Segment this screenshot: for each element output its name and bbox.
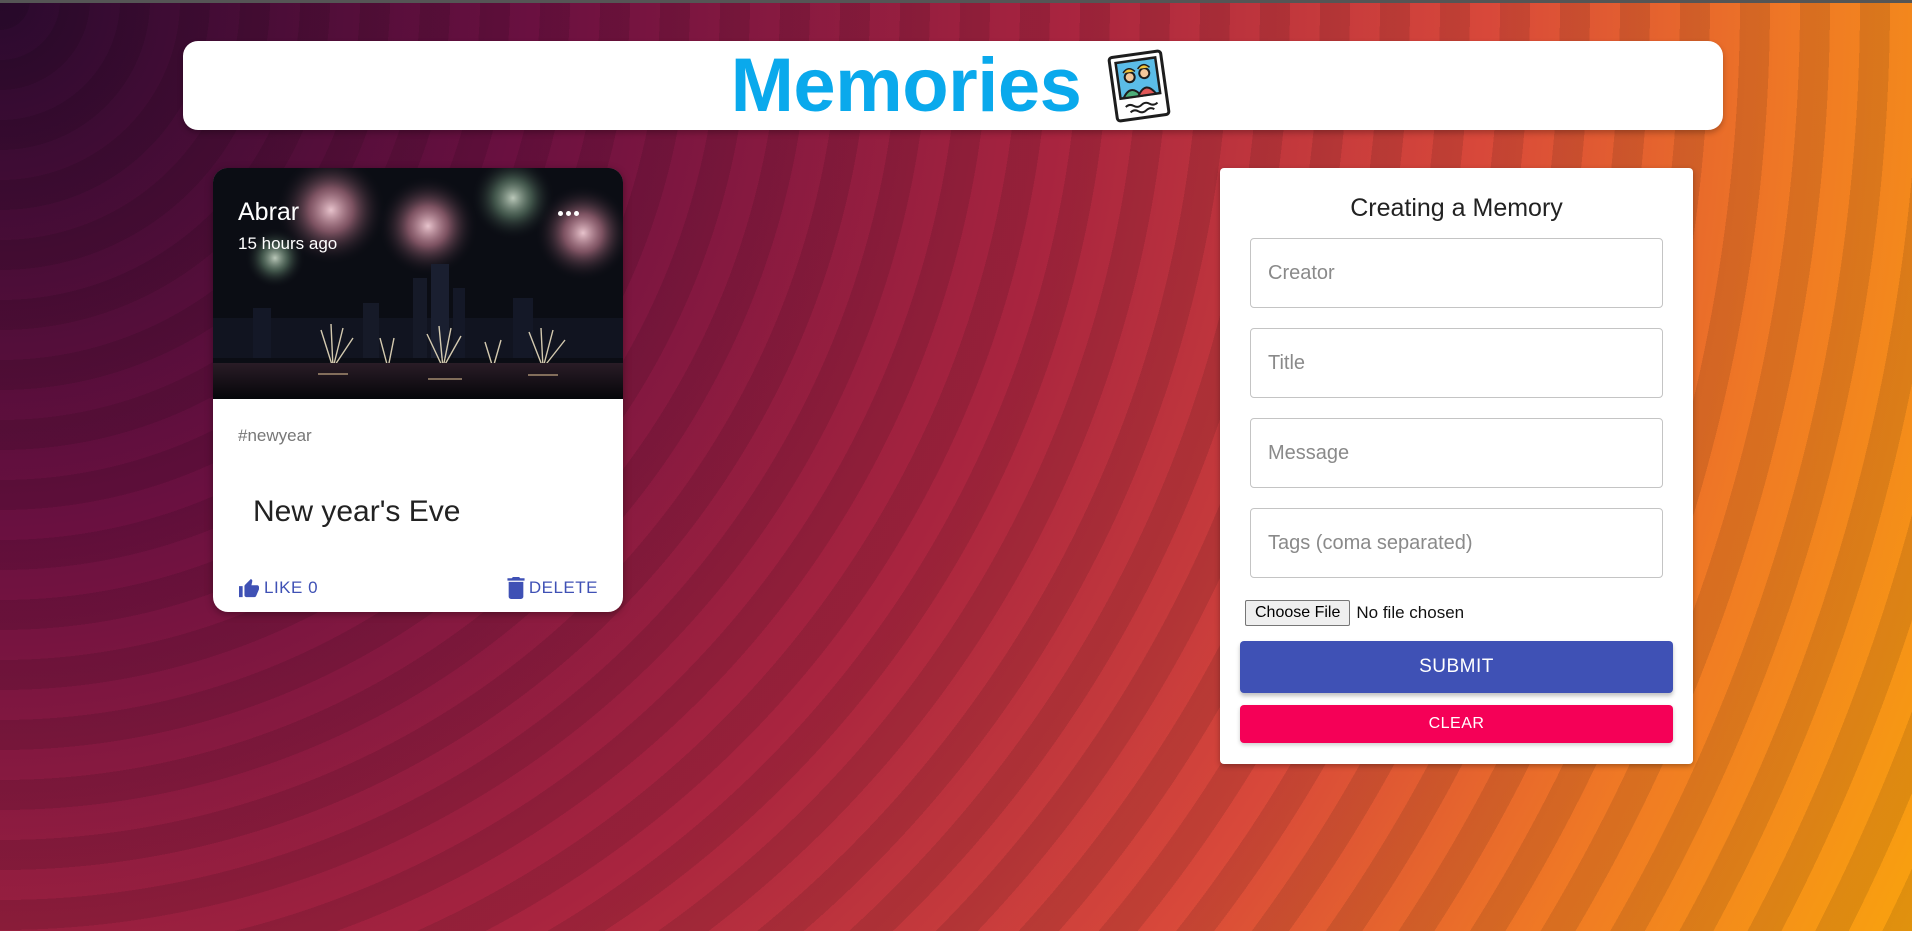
delete-label: DELETE xyxy=(528,578,598,597)
creator-field[interactable] xyxy=(1250,238,1663,308)
tags-input[interactable] xyxy=(1268,509,1662,577)
delete-button[interactable]: DELETE xyxy=(507,577,598,599)
creator-input[interactable] xyxy=(1268,239,1662,307)
file-picker: Choose File No file chosen xyxy=(1245,600,1464,626)
tags-field[interactable] xyxy=(1250,508,1663,578)
submit-button[interactable]: SUBMIT xyxy=(1240,641,1673,693)
post-creator: Abrar xyxy=(238,198,300,226)
like-label: LIKE 0 xyxy=(264,578,319,597)
create-memory-form: Creating a Memory Choose File No file ch… xyxy=(1220,168,1693,764)
form-title: Creating a Memory xyxy=(1350,194,1563,222)
like-button[interactable]: LIKE 0 xyxy=(238,578,318,598)
more-horizontal-icon xyxy=(557,210,563,216)
title-field[interactable] xyxy=(1250,328,1663,398)
title-input[interactable] xyxy=(1268,329,1662,397)
more-dot xyxy=(573,210,579,216)
more-dot xyxy=(565,210,571,216)
memory-image: Abrar 15 hours ago xyxy=(213,168,623,399)
browser-top-edge xyxy=(0,0,1912,3)
file-status: No file chosen xyxy=(1356,603,1465,622)
card-actions: LIKE 0 DELETE xyxy=(238,573,598,603)
polaroid-photo-icon xyxy=(1108,49,1171,122)
post-tags: #newyear xyxy=(238,426,312,445)
app-bar: Memories xyxy=(183,41,1723,130)
thumb-up-icon xyxy=(239,578,259,598)
more-options-button[interactable] xyxy=(543,198,593,228)
app-title: Memories xyxy=(730,42,1082,128)
clear-button[interactable]: CLEAR xyxy=(1240,705,1673,743)
choose-file-button[interactable]: Choose File xyxy=(1245,600,1351,626)
post-title: New year's Eve xyxy=(253,495,461,528)
message-input[interactable] xyxy=(1268,419,1662,487)
memory-card: Abrar 15 hours ago #newyear New year's E… xyxy=(213,168,623,612)
post-timestamp: 15 hours ago xyxy=(238,234,338,253)
trash-icon xyxy=(507,577,525,599)
message-field[interactable] xyxy=(1250,418,1663,488)
